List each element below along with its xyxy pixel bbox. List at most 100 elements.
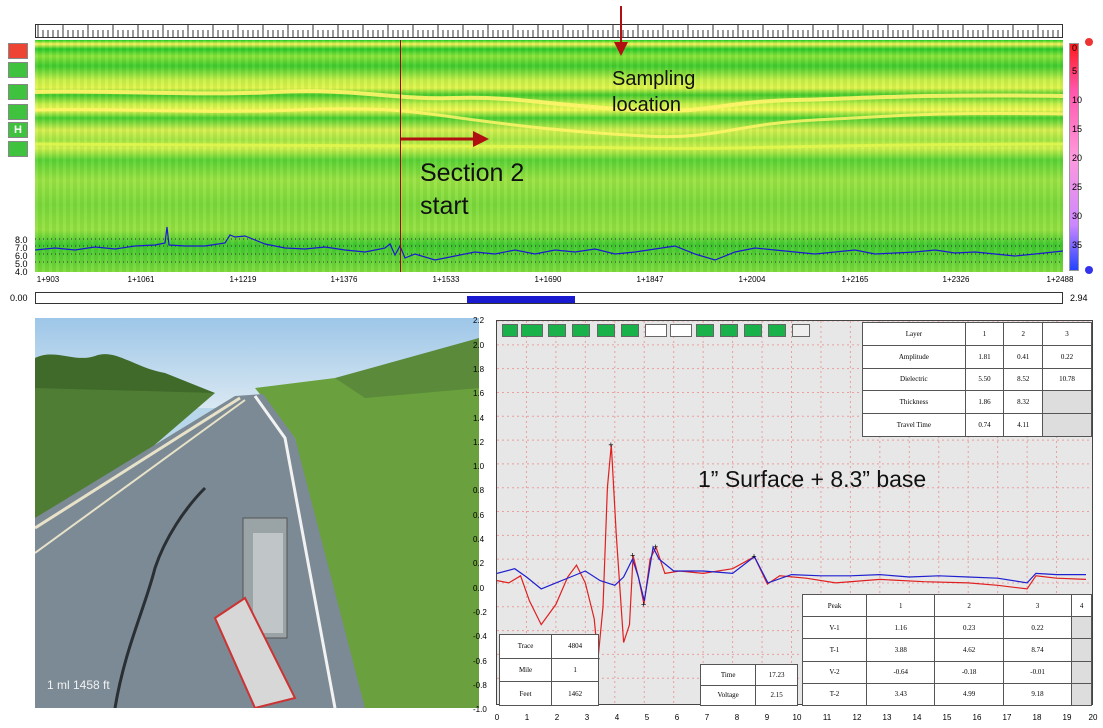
table-cell: 8.52 (1003, 367, 1044, 392)
table-cell: 3.43 (866, 682, 936, 707)
table-cell (1071, 660, 1092, 684)
arrow-left-icon[interactable] (8, 84, 28, 100)
y-tick: 1.4 (473, 414, 485, 423)
y-tick: 1.2 (473, 438, 485, 447)
table-cell: 1.16 (866, 616, 936, 640)
table-cell: 5.50 (964, 367, 1005, 392)
arrow-left-icon[interactable] (696, 324, 714, 337)
depth-label: 4.0 (15, 267, 28, 277)
gpr-trace-line (35, 226, 1063, 261)
arrow-right-icon[interactable] (8, 62, 28, 78)
station-label: 1+1690 (534, 275, 562, 284)
table-cell: Peak (801, 593, 868, 618)
y-tick: -0.2 (473, 608, 487, 617)
x-tick: 4 (614, 713, 620, 722)
station-label: 1+1061 (127, 275, 155, 284)
table-cell: Feet (498, 681, 553, 706)
colorbar-top-marker (1085, 38, 1093, 46)
y-tick: -1.0 (473, 705, 487, 714)
table-cell: Amplitude (862, 344, 966, 369)
print-icon[interactable] (792, 324, 810, 337)
undo-icon[interactable] (597, 324, 615, 337)
table-cell: 10.78 (1042, 367, 1092, 392)
table-cell (1071, 638, 1092, 662)
x-tick: 6 (674, 713, 680, 722)
annotation-arrows (401, 6, 628, 147)
y-tick: 2.2 (473, 316, 485, 325)
colorbar-label: 10 (1072, 95, 1083, 105)
x-tick: 10 (792, 713, 802, 722)
x-tick: 2 (554, 713, 560, 722)
arrow-left-icon[interactable] (744, 324, 762, 337)
colorbar-label: 15 (1072, 124, 1083, 134)
x-tick: 14 (912, 713, 922, 722)
x-tick: 1 (524, 713, 530, 722)
table-cell: 1 (551, 657, 599, 683)
table-cell (1071, 616, 1092, 640)
table-cell: 0.23 (934, 616, 1004, 640)
settings-icon[interactable] (8, 141, 28, 157)
y-tick: 1.6 (473, 389, 485, 398)
arrow-left-icon[interactable] (548, 324, 566, 337)
peak-marker: + (751, 552, 756, 562)
station-label: 1+2165 (841, 275, 869, 284)
color-flag-icon[interactable] (8, 43, 28, 59)
zoom-in-icon[interactable] (645, 324, 667, 337)
x-tick: 3 (584, 713, 590, 722)
y-tick: 1.8 (473, 365, 485, 374)
table-cell: 3 (1042, 322, 1092, 346)
x-tick: 15 (942, 713, 952, 722)
arrow-right-icon[interactable] (572, 324, 590, 337)
horizontal-scrollbar[interactable] (35, 292, 1063, 304)
table-cell: 4.62 (934, 638, 1004, 662)
peak-marker: + (641, 599, 646, 609)
table-cell (1071, 682, 1092, 707)
table-cell: 3.88 (866, 638, 936, 662)
table-cell: 1 (964, 322, 1005, 346)
arrow-right-icon[interactable] (768, 324, 786, 337)
station-label: 1+2004 (738, 275, 766, 284)
x-tick: 19 (1062, 713, 1072, 722)
x-tick: 12 (852, 713, 862, 722)
x-tick: 5 (644, 713, 650, 722)
table-cell (1042, 413, 1092, 437)
y-tick: 0.2 (473, 559, 485, 568)
section-start-label: Section 2 start (420, 159, 525, 220)
colorbar-label: 5 (1072, 66, 1078, 76)
peak-marker: + (608, 440, 613, 450)
layers-note: 1” Surface + 8.3” base (698, 466, 927, 492)
arrow-right-icon[interactable] (720, 324, 738, 337)
sampling-location-label: Sampling location (612, 68, 696, 116)
x-tick: 9 (764, 713, 770, 722)
scrollbar-thumb[interactable] (466, 296, 575, 303)
y-tick: 1.0 (473, 462, 485, 471)
x-tick: 16 (972, 713, 982, 722)
table-cell: 2 (1003, 322, 1044, 346)
delete-marker-icon[interactable] (8, 104, 28, 120)
zoom-out-icon[interactable] (670, 324, 692, 337)
colorbar-label: 35 (1072, 240, 1083, 250)
play-icon[interactable] (502, 324, 518, 337)
colorbar-label: 25 (1072, 182, 1083, 192)
station-label: 1+903 (36, 275, 60, 284)
table-cell: Dielectric (862, 367, 966, 392)
x-tick: 8 (734, 713, 740, 722)
x-tick: 20 (1088, 713, 1098, 722)
table-cell: 8.32 (1003, 390, 1044, 415)
horizontal-icon[interactable]: H (8, 122, 28, 138)
peak-table: Peak 1 2 3 4 V-1 1.16 0.23 0.22 T-1 3.88… (801, 593, 1092, 707)
table-cell: Voltage (699, 684, 757, 706)
table-cell: 0.41 (1003, 344, 1044, 369)
colorbar-label: 30 (1072, 211, 1083, 221)
layer-table: Layer 1 2 3 Amplitude 1.81 0.41 0.22 Die… (862, 322, 1092, 437)
road-video-frame: 1 ml 1458 ft (35, 318, 479, 708)
table-cell: 1462 (551, 681, 599, 706)
time-table: Time 17.23 Voltage 2.15 (699, 664, 798, 706)
y-tick: 0.8 (473, 486, 485, 495)
table-cell: 2.15 (755, 684, 798, 706)
save-icon[interactable] (621, 324, 639, 337)
station-label: 1+1847 (636, 275, 664, 284)
colorbar-bottom-marker (1085, 266, 1093, 274)
scroll-max-label: 2.94 (1070, 293, 1088, 303)
step-icon[interactable] (521, 324, 543, 337)
